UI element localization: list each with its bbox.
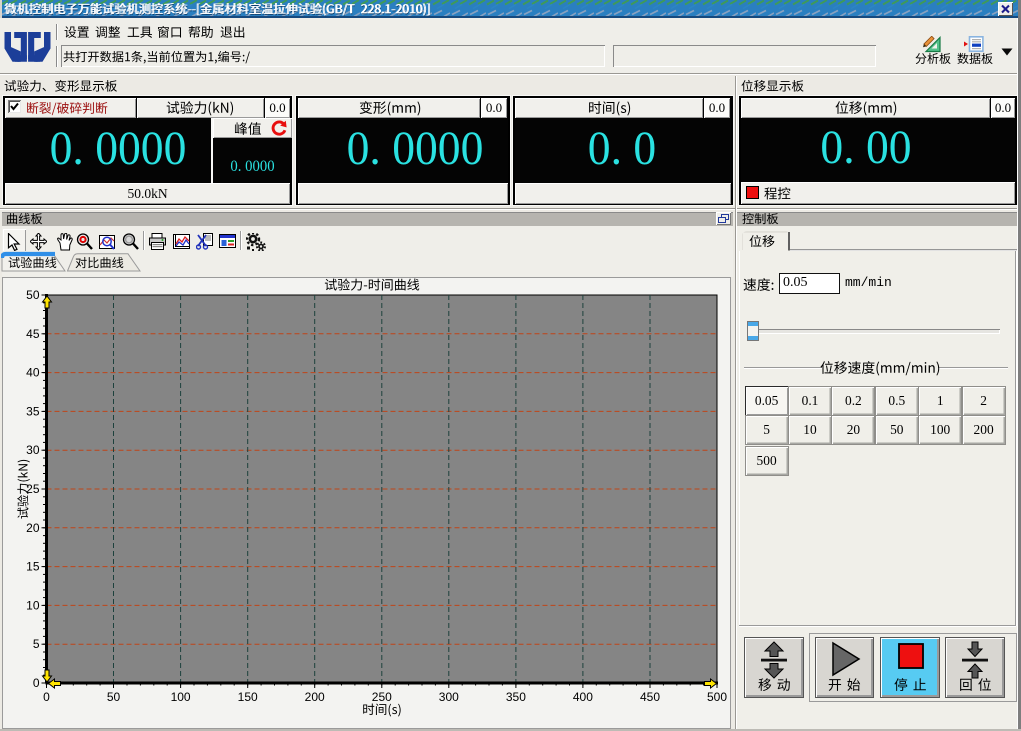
svg-text:200: 200 [305,690,325,704]
svg-text:45: 45 [26,327,40,341]
svg-text:400: 400 [573,690,593,704]
svg-text:150: 150 [238,690,258,704]
svg-text:450: 450 [640,690,660,704]
svg-text:20: 20 [26,521,40,535]
svg-text:35: 35 [26,404,40,418]
svg-text:30: 30 [26,443,40,457]
svg-text:250: 250 [372,690,392,704]
svg-text:0: 0 [33,676,40,690]
svg-text:5: 5 [33,637,40,651]
svg-text:500: 500 [707,690,727,704]
svg-text:25: 25 [26,482,40,496]
svg-text:300: 300 [439,690,459,704]
svg-text:15: 15 [26,560,40,574]
svg-text:100: 100 [171,690,191,704]
svg-text:0: 0 [43,690,50,704]
svg-text:50: 50 [26,288,40,302]
svg-text:40: 40 [26,366,40,380]
svg-text:10: 10 [26,598,40,612]
svg-text:350: 350 [506,690,526,704]
svg-text:50: 50 [107,690,121,704]
